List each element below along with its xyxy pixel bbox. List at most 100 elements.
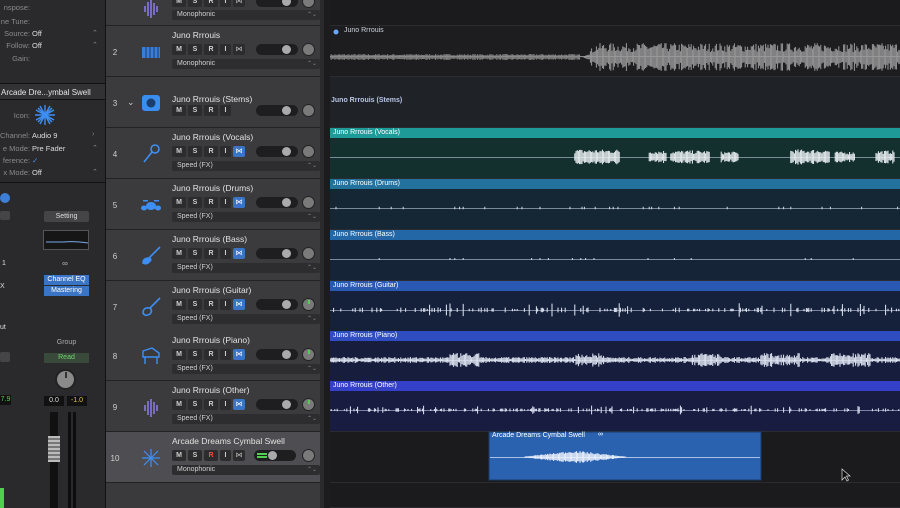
pan-knob[interactable] [302, 348, 315, 361]
track-header-1[interactable]: M S R I ⋈ Monophonic ⌃⌄ [106, 0, 324, 26]
pan-knob[interactable] [302, 449, 315, 462]
setting-button-left[interactable] [0, 211, 10, 220]
volume-slider[interactable] [256, 299, 298, 310]
input-monitor-button[interactable]: I [220, 349, 231, 360]
volume-slider-knob[interactable] [282, 147, 291, 156]
track-header-2[interactable]: 2 Juno Rrrouis M S R I ⋈ Monophonic ⌃⌄ [106, 26, 324, 77]
volume-slider-knob[interactable] [282, 300, 291, 309]
region-name-piano[interactable]: Juno Rrrouis (Piano) [330, 331, 900, 341]
region-name-bass[interactable]: Juno Rrrouis (Bass) [330, 230, 900, 240]
pan-knob[interactable] [302, 0, 315, 8]
volume-fader-track[interactable] [48, 412, 60, 508]
volume-slider-knob[interactable] [282, 45, 291, 54]
mute-button[interactable]: M [172, 248, 186, 259]
mute-button[interactable]: M [172, 0, 186, 7]
record-enable-button[interactable]: R [204, 299, 218, 310]
guitar-icon[interactable] [140, 296, 162, 318]
drums-icon[interactable] [140, 194, 162, 216]
track-name[interactable]: Juno Rrrouis (Stems) [172, 94, 252, 104]
mute-button[interactable]: M [172, 299, 186, 310]
volume-slider[interactable] [256, 399, 298, 410]
record-enable-button[interactable]: R [204, 104, 218, 116]
track-header-8[interactable]: 8 Juno Rrrouis (Piano) M S R I ⋈ Speed (F… [106, 331, 324, 381]
bass-guitar-icon[interactable] [140, 245, 162, 267]
volume-slider[interactable] [256, 197, 298, 208]
mute-button[interactable]: M [172, 146, 186, 157]
group-button-left[interactable] [0, 352, 10, 362]
input-monitor-button[interactable]: I [220, 104, 231, 116]
solo-button[interactable]: S [188, 299, 202, 310]
inspector-row-flex-mode[interactable]: x Mode: Off ⌃ [0, 168, 98, 180]
volume-slider[interactable] [256, 104, 298, 116]
link-icon[interactable]: ∞ [59, 260, 71, 268]
volume-slider[interactable] [256, 248, 298, 259]
close-icon[interactable]: X [0, 283, 5, 290]
timeline[interactable]: Juno Rrrouis Juno Rrrouis (Stems) Juno Rrr… [330, 0, 900, 508]
record-enable-button[interactable]: R [204, 44, 218, 55]
flex-icon[interactable]: ⋈ [233, 44, 245, 55]
pan-knob[interactable] [55, 369, 76, 390]
flex-icon[interactable]: ⋈ [233, 248, 245, 259]
track-mode-dropdown[interactable]: Speed (FX) ⌃⌄ [172, 212, 320, 222]
solo-button[interactable]: S [188, 197, 202, 208]
inspector-row-gain[interactable]: Gain: [0, 54, 30, 66]
flex-icon[interactable]: ⋈ [233, 450, 245, 461]
region-name-guitar[interactable]: Juno Rrrouis (Guitar) [330, 281, 900, 291]
volume-slider[interactable] [256, 349, 298, 360]
volume-fader-cap[interactable] [48, 436, 60, 462]
microphone-icon[interactable] [140, 143, 162, 165]
waveform-icon[interactable] [140, 396, 162, 418]
record-enable-button[interactable]: R [204, 248, 218, 259]
region-name-top[interactable]: Juno Rrrouis [344, 27, 384, 34]
track-header-3[interactable]: 3 ⌄ Juno Rrrouis (Stems) M S R I [106, 77, 324, 128]
disclosure-triangle-icon[interactable]: ⌄ [127, 97, 135, 108]
input-monitor-button[interactable]: I [220, 248, 231, 259]
header-divider[interactable] [320, 0, 324, 508]
track-header-7[interactable]: 7 Juno Rrrouis (Guitar) M S R I ⋈ Speed (… [106, 281, 324, 332]
mute-button[interactable]: M [172, 349, 186, 360]
volume-slider-knob[interactable] [282, 400, 291, 409]
record-enable-button[interactable]: R [204, 197, 218, 208]
track-header-9[interactable]: 9 Juno Rrrouis (Other) M S R I ⋈ Speed (F… [106, 381, 324, 432]
cymbal-icon[interactable] [140, 447, 162, 469]
keyboard-icon[interactable] [140, 41, 162, 63]
flex-icon[interactable]: ⋈ [233, 197, 245, 208]
volume-slider-knob[interactable] [282, 350, 291, 359]
plugin-slot-2[interactable]: Mastering [44, 286, 89, 296]
track-mode-dropdown[interactable]: Speed (FX) ⌃⌄ [172, 263, 320, 273]
volume-slider[interactable] [254, 450, 296, 461]
flex-icon[interactable]: ⋈ [233, 299, 245, 310]
inspector-row-reference[interactable]: ference: ✓ [0, 156, 38, 168]
track-name[interactable]: Juno Rrrouis (Vocals) [172, 132, 253, 142]
track-name[interactable]: Juno Rrrouis (Drums) [172, 183, 253, 193]
track-name[interactable]: Juno Rrrouis (Other) [172, 385, 249, 395]
pan-knob[interactable] [302, 43, 315, 56]
record-enable-button[interactable]: R [204, 399, 218, 410]
track-mode-dropdown[interactable]: Monophonic ⌃⌄ [172, 10, 320, 20]
waveform-icon[interactable] [140, 0, 162, 19]
inspector-row-fine-tune[interactable]: ne Tune: [0, 17, 30, 29]
input-monitor-button[interactable]: I [220, 399, 231, 410]
flex-icon[interactable]: ⋈ [233, 399, 245, 410]
pan-knob[interactable] [302, 103, 315, 117]
starburst-icon[interactable] [34, 104, 56, 126]
inspector-row-mode[interactable]: e Mode: Pre Fader ⌃ [0, 144, 98, 156]
track-name[interactable]: Juno Rrrouis (Bass) [172, 234, 247, 244]
track-header-4[interactable]: 4 Juno Rrrouis (Vocals) M S R I ⋈ Speed (… [106, 128, 324, 179]
track-mode-dropdown[interactable]: Speed (FX) ⌃⌄ [172, 314, 320, 324]
track-name[interactable]: Arcade Dreams Cymbal Swell [172, 436, 285, 446]
flex-icon[interactable]: ⋈ [233, 146, 245, 157]
input-monitor-button[interactable]: I [220, 450, 231, 461]
region-name-cymbal[interactable]: Arcade Dreams Cymbal Swell [492, 432, 585, 439]
inspector-row-source[interactable]: Source: Off ⌃ [0, 29, 98, 41]
track-header-5[interactable]: 5 Juno Rrrouis (Drums) M S R I ⋈ Speed (F… [106, 179, 324, 230]
piano-icon[interactable] [140, 345, 162, 367]
track-header-6[interactable]: 6 Juno Rrrouis (Bass) M S R I ⋈ Speed (FX… [106, 230, 324, 281]
pan-knob[interactable] [302, 196, 315, 209]
flex-icon[interactable]: ⋈ [233, 349, 245, 360]
input-monitor-button[interactable]: I [220, 44, 231, 55]
region-name-drums[interactable]: Juno Rrrouis (Drums) [330, 179, 900, 189]
region-name-other[interactable]: Juno Rrrouis (Other) [330, 381, 900, 391]
pan-knob[interactable] [302, 398, 315, 411]
volume-slider[interactable] [256, 0, 298, 7]
